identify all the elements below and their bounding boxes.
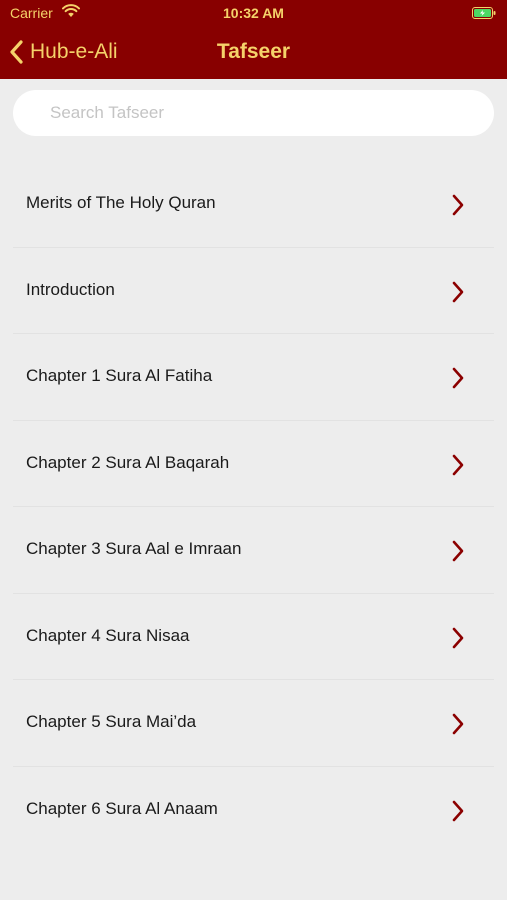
chevron-right-icon [452, 367, 464, 389]
list-item-label: Chapter 6 Sura Al Anaam [26, 798, 218, 818]
status-bar: Carrier 10:32 AM [0, 0, 507, 28]
list-item-label: Chapter 1 Sura Al Fatiha [26, 366, 213, 385]
list-item-chapter-6[interactable]: Chapter 6 Sura Al Anaam [0, 767, 507, 854]
list-item-label: Chapter 5 Sura Mai’da [26, 712, 197, 731]
search-bar [13, 90, 494, 136]
chevron-right-icon [452, 281, 464, 302]
tafseer-list: Merits of The Holy Quran Introduction Ch… [0, 161, 507, 853]
list-item-chapter-1[interactable]: Chapter 1 Sura Al Fatiha [0, 334, 507, 421]
list-item-chapter-3[interactable]: Chapter 3 Sura Aal e Imraan [0, 507, 507, 594]
list-item-label: Chapter 2 Sura Al Baqarah [26, 452, 230, 472]
list-item-label: Merits of The Holy Quran [26, 193, 216, 212]
chevron-right-icon [452, 713, 464, 735]
list-item-chapter-2[interactable]: Chapter 2 Sura Al Baqarah [0, 421, 507, 507]
list-item-merits[interactable]: Merits of The Holy Quran [0, 161, 507, 248]
chevron-right-icon [452, 627, 464, 648]
search-input[interactable] [13, 90, 494, 136]
list-item-introduction[interactable]: Introduction [0, 248, 507, 334]
nav-bar: Hub-e-Ali Tafseer [0, 28, 507, 79]
chevron-right-icon [452, 454, 464, 475]
list-item-label: Introduction [26, 279, 115, 299]
chevron-right-icon [452, 540, 464, 562]
chevron-right-icon [452, 800, 464, 821]
navigation-header: Carrier 10:32 AM Hub-e-Ali Tafseer [0, 0, 507, 79]
page-title: Tafseer [216, 40, 291, 63]
chevron-right-icon [452, 194, 464, 216]
status-time: 10:32 AM [223, 5, 284, 21]
list-item-label: Chapter 3 Sura Aal e Imraan [26, 539, 242, 558]
battery-icon [472, 7, 496, 19]
list-item-chapter-5[interactable]: Chapter 5 Sura Mai’da [0, 680, 507, 767]
list-item-chapter-4[interactable]: Chapter 4 Sura Nisaa [0, 594, 507, 680]
list-item-label: Chapter 4 Sura Nisaa [26, 625, 190, 645]
